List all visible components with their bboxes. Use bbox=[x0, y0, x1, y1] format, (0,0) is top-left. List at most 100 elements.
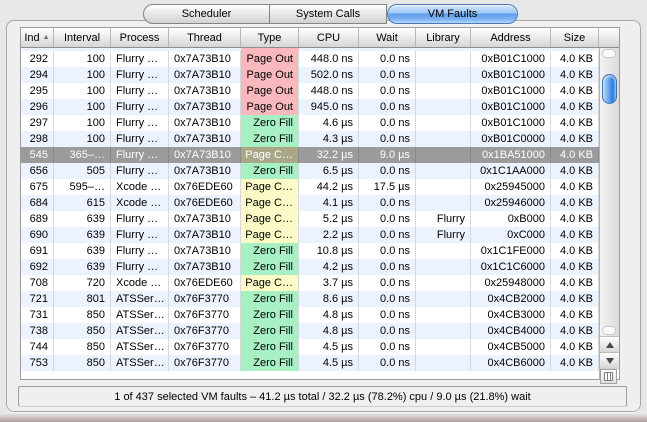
cell-wait: 0.0 ns bbox=[359, 339, 416, 355]
cell-ind: 295 bbox=[21, 83, 54, 99]
table-row[interactable]: 721801ATSSer…0x76F3770Zero Fill8.6 µs0.0… bbox=[21, 291, 599, 307]
cell-type: Zero Fill bbox=[241, 259, 299, 275]
cell-interval: 100 bbox=[54, 83, 111, 99]
column-header-address[interactable]: Address bbox=[471, 28, 551, 47]
cell-ind: 545 bbox=[21, 147, 54, 163]
table-row[interactable]: 295100Flurry …0x7A73B10Page Out448.0 ns0… bbox=[21, 83, 599, 99]
cell-library bbox=[416, 179, 471, 195]
cell-size: 4.0 KB bbox=[551, 179, 599, 195]
table-row[interactable]: 708720Xcode …0x76EDE60Page C…3.7 µs0.0 n… bbox=[21, 275, 599, 291]
cell-cpu: 448.0 ns bbox=[299, 51, 359, 67]
cell-type: Page C… bbox=[241, 179, 299, 195]
table-row[interactable]: 292100Flurry …0x7A73B10Page Out448.0 ns0… bbox=[21, 51, 599, 67]
table-row[interactable]: 675595–…Xcode …0x76EDE60Page C…44.2 µs17… bbox=[21, 179, 599, 195]
cell-thread: 0x7A73B10 bbox=[169, 115, 241, 131]
cell-cpu: 44.2 µs bbox=[299, 179, 359, 195]
cell-size: 4.0 KB bbox=[551, 211, 599, 227]
vertical-scrollbar[interactable] bbox=[599, 48, 619, 379]
cell-ind: 689 bbox=[21, 211, 54, 227]
cell-cpu: 5.2 µs bbox=[299, 211, 359, 227]
header-scrollbar-cap bbox=[599, 28, 619, 47]
cell-size: 4.0 KB bbox=[551, 51, 599, 67]
cell-thread: 0x7A73B10 bbox=[169, 147, 241, 163]
column-options-button[interactable] bbox=[600, 369, 617, 384]
arrow-down-icon bbox=[606, 358, 614, 364]
cell-ind: 684 bbox=[21, 195, 54, 211]
cell-process: Flurry … bbox=[111, 115, 169, 131]
table-body: 292100Flurry …0x7A73B10Page Out448.0 ns0… bbox=[21, 48, 599, 379]
cell-ind: 656 bbox=[21, 163, 54, 179]
cell-process: Flurry … bbox=[111, 83, 169, 99]
table-row[interactable]: 731850ATSSer…0x76F3770Zero Fill4.8 µs0.0… bbox=[21, 307, 599, 323]
cell-wait: 0.0 ns bbox=[359, 99, 416, 115]
columns-icon bbox=[604, 372, 613, 381]
partial-row[interactable] bbox=[21, 48, 599, 51]
column-header-process[interactable]: Process bbox=[111, 28, 169, 47]
column-header-wait[interactable]: Wait bbox=[359, 28, 416, 47]
table-row[interactable]: 684615Xcode …0x76EDE60Page C…4.1 µs0.0 n… bbox=[21, 195, 599, 211]
cell-type: Zero Fill bbox=[241, 243, 299, 259]
cell-address: 0xB01C1000 bbox=[471, 67, 551, 83]
cell-library bbox=[416, 163, 471, 179]
window-bottom-edge bbox=[0, 414, 647, 422]
table-row[interactable]: 298100Flurry …0x7A73B10Zero Fill4.3 µs0.… bbox=[21, 131, 599, 147]
table-row[interactable]: 692639Flurry …0x7A73B10Zero Fill4.2 µs0.… bbox=[21, 259, 599, 275]
cell-cpu: 4.5 µs bbox=[299, 355, 359, 371]
table-row[interactable]: 296100Flurry …0x7A73B10Page Out945.0 ns0… bbox=[21, 99, 599, 115]
column-header-size[interactable]: Size bbox=[551, 28, 599, 47]
cell-process: Flurry … bbox=[111, 131, 169, 147]
cell-address: 0x25945000 bbox=[471, 179, 551, 195]
column-header-thread[interactable]: Thread bbox=[169, 28, 241, 47]
arrow-up-icon bbox=[606, 342, 614, 348]
column-header-cpu[interactable]: CPU bbox=[299, 28, 359, 47]
cell-library bbox=[416, 275, 471, 291]
column-header-interval[interactable]: Interval bbox=[54, 28, 111, 47]
scroll-up-button[interactable] bbox=[600, 336, 619, 352]
cell-address: 0x25948000 bbox=[471, 275, 551, 291]
column-header-ind[interactable]: Ind▲ bbox=[21, 28, 54, 47]
cell-library bbox=[416, 339, 471, 355]
scrollbar-thumb[interactable] bbox=[602, 74, 617, 104]
scrollbar-track[interactable] bbox=[600, 48, 619, 336]
cell-cpu: 6.5 µs bbox=[299, 163, 359, 179]
cell-interval: 639 bbox=[54, 243, 111, 259]
table-row[interactable]: 690639Flurry …0x7A73B10Page C…2.2 µs0.0 … bbox=[21, 227, 599, 243]
cell-cpu: 2.2 µs bbox=[299, 227, 359, 243]
cell-address: 0x4CB5000 bbox=[471, 339, 551, 355]
cell-library bbox=[416, 147, 471, 163]
cell-cpu: 3.7 µs bbox=[299, 275, 359, 291]
cell-type: Zero Fill bbox=[241, 339, 299, 355]
cell-ind: 297 bbox=[21, 115, 54, 131]
cell-cpu: 4.8 µs bbox=[299, 323, 359, 339]
cell-size: 4.0 KB bbox=[551, 195, 599, 211]
cell-wait: 0.0 ns bbox=[359, 275, 416, 291]
column-header-type[interactable]: Type bbox=[241, 28, 299, 47]
table-row[interactable]: 689639Flurry …0x7A73B10Page C…5.2 µs0.0 … bbox=[21, 211, 599, 227]
cell-wait: 0.0 ns bbox=[359, 259, 416, 275]
cell-wait: 0.0 ns bbox=[359, 83, 416, 99]
cell-interval: 850 bbox=[54, 323, 111, 339]
cell-wait: 0.0 ns bbox=[359, 323, 416, 339]
cell-process: Flurry … bbox=[111, 147, 169, 163]
table-row[interactable]: 545365–…Flurry …0x7A73B10Page C…32.2 µs9… bbox=[21, 147, 599, 163]
cell-size: 4.0 KB bbox=[551, 147, 599, 163]
cell-type: Page C… bbox=[241, 195, 299, 211]
cell-address: 0xB01C0000 bbox=[471, 131, 551, 147]
table-row[interactable]: 744850ATSSer…0x76F3770Zero Fill4.5 µs0.0… bbox=[21, 339, 599, 355]
column-header-library[interactable]: Library bbox=[416, 28, 471, 47]
cell-type: Page Out bbox=[241, 99, 299, 115]
scroll-down-button[interactable] bbox=[600, 352, 619, 368]
table-row[interactable]: 297100Flurry …0x7A73B10Zero Fill4.6 µs0.… bbox=[21, 115, 599, 131]
table-row[interactable]: 691639Flurry …0x7A73B10Zero Fill10.8 µs0… bbox=[21, 243, 599, 259]
tab-vm-faults[interactable]: VM Faults bbox=[387, 4, 518, 24]
cell-thread: 0x7A73B10 bbox=[169, 131, 241, 147]
tab-system-calls[interactable]: System Calls bbox=[270, 4, 387, 24]
cell-ind: 731 bbox=[21, 307, 54, 323]
table-row[interactable]: 753850ATSSer…0x76F3770Zero Fill4.5 µs0.0… bbox=[21, 355, 599, 371]
cell-process: Flurry … bbox=[111, 67, 169, 83]
cell-thread: 0x76F3770 bbox=[169, 339, 241, 355]
table-row[interactable]: 656505Flurry …0x7A73B10Zero Fill6.5 µs0.… bbox=[21, 163, 599, 179]
tab-scheduler[interactable]: Scheduler bbox=[143, 4, 270, 24]
table-row[interactable]: 738850ATSSer…0x76F3770Zero Fill4.8 µs0.0… bbox=[21, 323, 599, 339]
table-row[interactable]: 294100Flurry …0x7A73B10Page Out502.0 ns0… bbox=[21, 67, 599, 83]
